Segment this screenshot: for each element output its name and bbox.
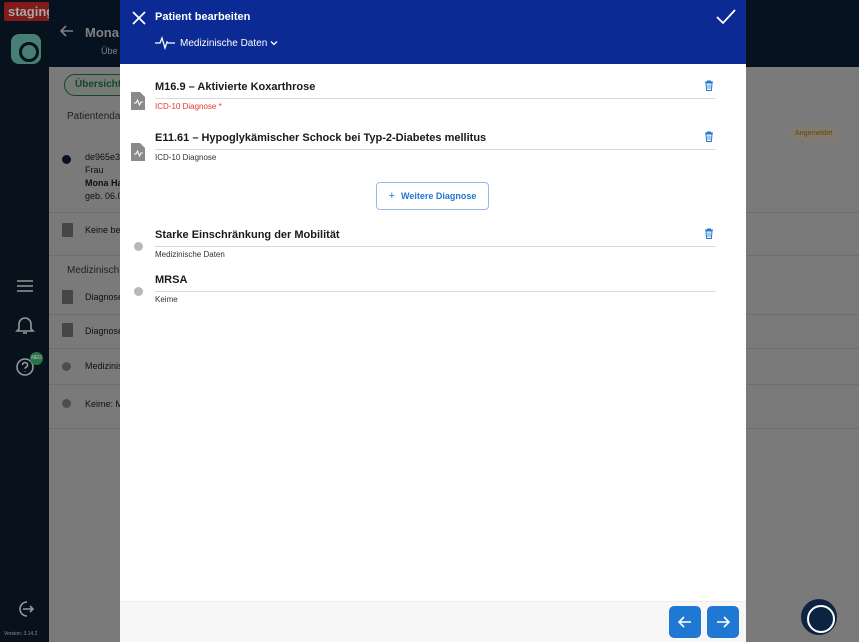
germ-entry[interactable]: MRSA Keime <box>120 273 746 319</box>
entry-category: Medizinische Daten <box>155 250 225 259</box>
modal-title: Patient bearbeiten <box>155 11 251 23</box>
chevron-down-icon <box>270 41 278 46</box>
modal-header: Patient bearbeiten Medizinische Daten <box>120 0 746 64</box>
confirm-check-icon[interactable] <box>716 9 736 25</box>
entry-divider <box>155 291 716 292</box>
entry-name: E11.61 – Hypoglykämischer Schock bei Typ… <box>155 132 487 144</box>
medical-data-entry[interactable]: Starke Einschränkung der Mobilität Mediz… <box>120 228 746 274</box>
diagnosis-entry[interactable]: E11.61 – Hypoglykämischer Schock bei Typ… <box>120 131 746 177</box>
entry-divider <box>155 246 716 247</box>
diagnosis-doc-icon <box>131 143 145 161</box>
trash-icon[interactable] <box>704 228 714 239</box>
rail-overlay <box>0 0 49 642</box>
entry-divider <box>155 149 716 150</box>
entry-name: MRSA <box>155 274 188 286</box>
previous-button[interactable] <box>669 606 701 638</box>
modal-footer <box>120 601 746 642</box>
dot-icon <box>134 287 143 296</box>
entry-category: ICD-10 Diagnose <box>155 153 217 162</box>
entry-name: Starke Einschränkung der Mobilität <box>155 229 340 241</box>
pulse-icon <box>155 36 175 50</box>
trash-icon[interactable] <box>704 80 714 91</box>
entry-name: M16.9 – Aktivierte Koxarthrose <box>155 81 316 93</box>
section-dropdown[interactable]: Medizinische Daten <box>155 34 278 52</box>
trash-icon[interactable] <box>704 131 714 142</box>
entry-category: Keime <box>155 295 178 304</box>
arrow-left-icon <box>678 616 691 628</box>
edit-patient-modal: Patient bearbeiten Medizinische Daten M1… <box>120 0 746 642</box>
entry-divider <box>155 98 716 99</box>
section-dropdown-label: Medizinische Daten <box>180 37 268 49</box>
plus-icon: + <box>388 190 396 202</box>
add-diagnosis-label: Weitere Diagnose <box>401 191 477 201</box>
next-button[interactable] <box>707 606 739 638</box>
close-icon[interactable] <box>130 9 148 27</box>
diagnosis-doc-icon <box>131 92 145 110</box>
arrow-right-icon <box>717 616 730 628</box>
add-diagnosis-button[interactable]: + Weitere Diagnose <box>376 182 489 210</box>
dot-icon <box>134 242 143 251</box>
scroll-top-button[interactable] <box>801 599 837 635</box>
entry-category: ICD-10 Diagnose * <box>155 102 222 111</box>
diagnosis-entry[interactable]: M16.9 – Aktivierte Koxarthrose ICD-10 Di… <box>120 80 746 126</box>
